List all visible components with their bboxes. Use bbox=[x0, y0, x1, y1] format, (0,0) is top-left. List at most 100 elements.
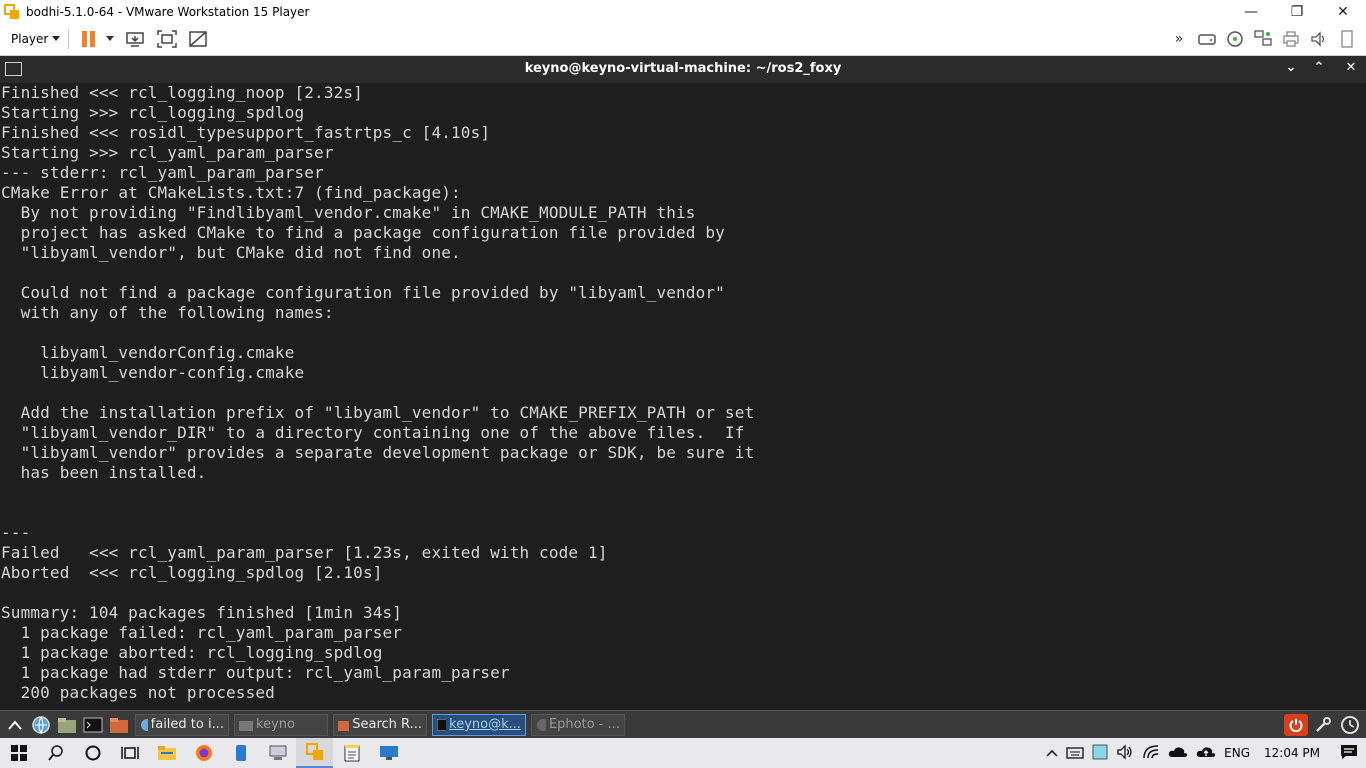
send-ctrl-alt-del-button[interactable] bbox=[124, 27, 148, 51]
firefox-icon bbox=[195, 745, 212, 761]
terminal-menu-button[interactable]: ⌄ bbox=[1282, 60, 1300, 78]
cortana-button[interactable] bbox=[74, 738, 111, 768]
hard-disk-button[interactable] bbox=[1196, 27, 1218, 51]
power-icon bbox=[1289, 718, 1303, 732]
terminal-line: 1 package aborted: rcl_logging_spdlog bbox=[1, 643, 383, 662]
sound-button[interactable] bbox=[1308, 27, 1330, 51]
task-ephoto[interactable]: Ephoto - ... bbox=[531, 713, 625, 736]
minimize-button[interactable]: — bbox=[1228, 0, 1274, 23]
terminal-icon bbox=[83, 717, 103, 732]
task-keyno-folder[interactable]: keyno bbox=[234, 713, 328, 736]
phone-app-button[interactable] bbox=[222, 738, 259, 768]
terminal-line: with any of the following names: bbox=[1, 303, 334, 322]
wifi-button[interactable] bbox=[1142, 744, 1160, 763]
notepad-button[interactable] bbox=[333, 738, 370, 768]
volume-button[interactable] bbox=[1116, 743, 1134, 763]
vmware-titlebar: bodhi-5.1.0-64 - VMware Workstation 15 P… bbox=[0, 0, 1366, 23]
task-failed-to-install[interactable]: failed to i... bbox=[135, 713, 229, 736]
system-clock[interactable]: 12:04 PM bbox=[1264, 746, 1320, 760]
start-button[interactable] bbox=[0, 738, 37, 768]
terminal-line: CMake Error at CMakeLists.txt:7 (find_pa… bbox=[1, 183, 461, 202]
vmware-tray-button[interactable] bbox=[1092, 744, 1108, 763]
terminal-close-button[interactable]: ✕ bbox=[1342, 60, 1360, 78]
remote-desktop-button[interactable] bbox=[370, 738, 407, 768]
vmware-taskbar-button[interactable] bbox=[296, 738, 333, 768]
task-view-button[interactable] bbox=[111, 738, 148, 768]
printer-button[interactable] bbox=[1280, 27, 1302, 51]
wifi-icon bbox=[1143, 744, 1159, 758]
terminal-launcher[interactable] bbox=[82, 714, 104, 736]
vmware-toolbar: Player » bbox=[0, 23, 1366, 56]
cd-drive-icon bbox=[1227, 31, 1243, 47]
notifications-icon bbox=[1341, 744, 1357, 759]
cortana-icon bbox=[85, 745, 100, 761]
onedrive-button[interactable] bbox=[1168, 745, 1188, 762]
file-explorer-button[interactable] bbox=[148, 738, 185, 768]
pause-button[interactable] bbox=[77, 27, 101, 51]
terminal-line: By not providing "Findlibyaml_vendor.cma… bbox=[1, 203, 696, 222]
terminal-line: Add the installation prefix of "libyaml_… bbox=[1, 403, 755, 422]
send-ctrl-alt-del-icon bbox=[126, 32, 145, 47]
keyboard-tray-button[interactable] bbox=[1066, 745, 1084, 762]
terminal-line: has been installed. bbox=[1, 463, 207, 482]
notepad-icon bbox=[344, 745, 359, 762]
task-search-results[interactable]: Search R... bbox=[333, 713, 427, 736]
terminal-line: Finished <<< rcl_logging_noop [2.32s] bbox=[1, 83, 363, 102]
terminal-title: keyno@keyno-virtual-machine: ~/ros2_foxy bbox=[524, 61, 842, 76]
network-adapter-button[interactable] bbox=[1252, 27, 1274, 51]
hard-disk-icon bbox=[1198, 34, 1216, 45]
show-hidden-icons-button[interactable] bbox=[1046, 746, 1058, 760]
task-label: keyno@k... bbox=[449, 717, 521, 732]
close-button[interactable]: ✕ bbox=[1320, 0, 1366, 23]
printer-icon bbox=[1283, 31, 1299, 47]
terminal-icon bbox=[437, 718, 447, 731]
usb-button[interactable] bbox=[1336, 27, 1358, 51]
terminal-line: libyaml_vendor-config.cmake bbox=[1, 363, 305, 382]
terminal-output[interactable]: Finished <<< rcl_logging_noop [2.32s] St… bbox=[0, 83, 1366, 710]
folder-icon bbox=[239, 720, 253, 731]
terminal-line: Aborted <<< rcl_logging_spdlog [2.10s] bbox=[1, 563, 383, 582]
close-icon: ✕ bbox=[1345, 60, 1357, 75]
firefox-button[interactable] bbox=[185, 738, 222, 768]
terminal-line: project has asked CMake to find a packag… bbox=[1, 223, 725, 242]
window-title: bodhi-5.1.0-64 - VMware Workstation 15 P… bbox=[26, 4, 310, 19]
maximize-button[interactable]: ❐ bbox=[1274, 0, 1320, 23]
network-adapter-icon bbox=[1254, 30, 1272, 46]
more-devices-button[interactable]: » bbox=[1168, 27, 1190, 51]
toolbar-divider bbox=[68, 29, 70, 49]
pause-dropdown-button[interactable] bbox=[103, 27, 117, 51]
terminal-line: Finished <<< rosidl_typesupport_fastrtps… bbox=[1, 123, 491, 142]
menu-button[interactable] bbox=[4, 714, 26, 736]
windows-start-icon bbox=[10, 745, 27, 761]
terminal-maximize-button[interactable]: ⌃ bbox=[1310, 60, 1328, 78]
menu-up-icon bbox=[8, 719, 22, 730]
terminal-line: libyaml_vendorConfig.cmake bbox=[1, 343, 295, 362]
power-button[interactable] bbox=[1284, 713, 1308, 736]
task-terminal[interactable]: keyno@k... bbox=[432, 713, 526, 736]
terminal-line: 200 packages not processed bbox=[1, 683, 275, 702]
tools-button[interactable] bbox=[1312, 714, 1334, 736]
terminal-line: Starting >>> rcl_yaml_param_parser bbox=[1, 143, 334, 162]
files-launcher[interactable] bbox=[56, 714, 78, 736]
browser-launcher[interactable] bbox=[30, 714, 52, 736]
cd-drive-button[interactable] bbox=[1224, 27, 1246, 51]
search-button[interactable] bbox=[37, 738, 74, 768]
cloud-sync-button[interactable] bbox=[1196, 744, 1216, 763]
clock-gadget[interactable] bbox=[1338, 714, 1362, 736]
clock-icon bbox=[1341, 715, 1359, 734]
terminal-line: Failed <<< rcl_yaml_param_parser [1.23s,… bbox=[1, 543, 608, 562]
fullscreen-button[interactable] bbox=[155, 27, 179, 51]
terminal-titlebar: keyno@keyno-virtual-machine: ~/ros2_foxy… bbox=[0, 56, 1366, 83]
unity-button[interactable] bbox=[186, 27, 210, 51]
player-menu-button[interactable]: Player bbox=[11, 32, 61, 46]
network-share-button[interactable] bbox=[259, 738, 296, 768]
input-language-indicator[interactable]: ENG bbox=[1224, 746, 1250, 760]
action-center-button[interactable] bbox=[1340, 744, 1358, 763]
folder-launcher[interactable] bbox=[108, 714, 130, 736]
terminal-line: Summary: 104 packages finished [1min 34s… bbox=[1, 603, 403, 622]
pause-icon bbox=[82, 31, 96, 47]
